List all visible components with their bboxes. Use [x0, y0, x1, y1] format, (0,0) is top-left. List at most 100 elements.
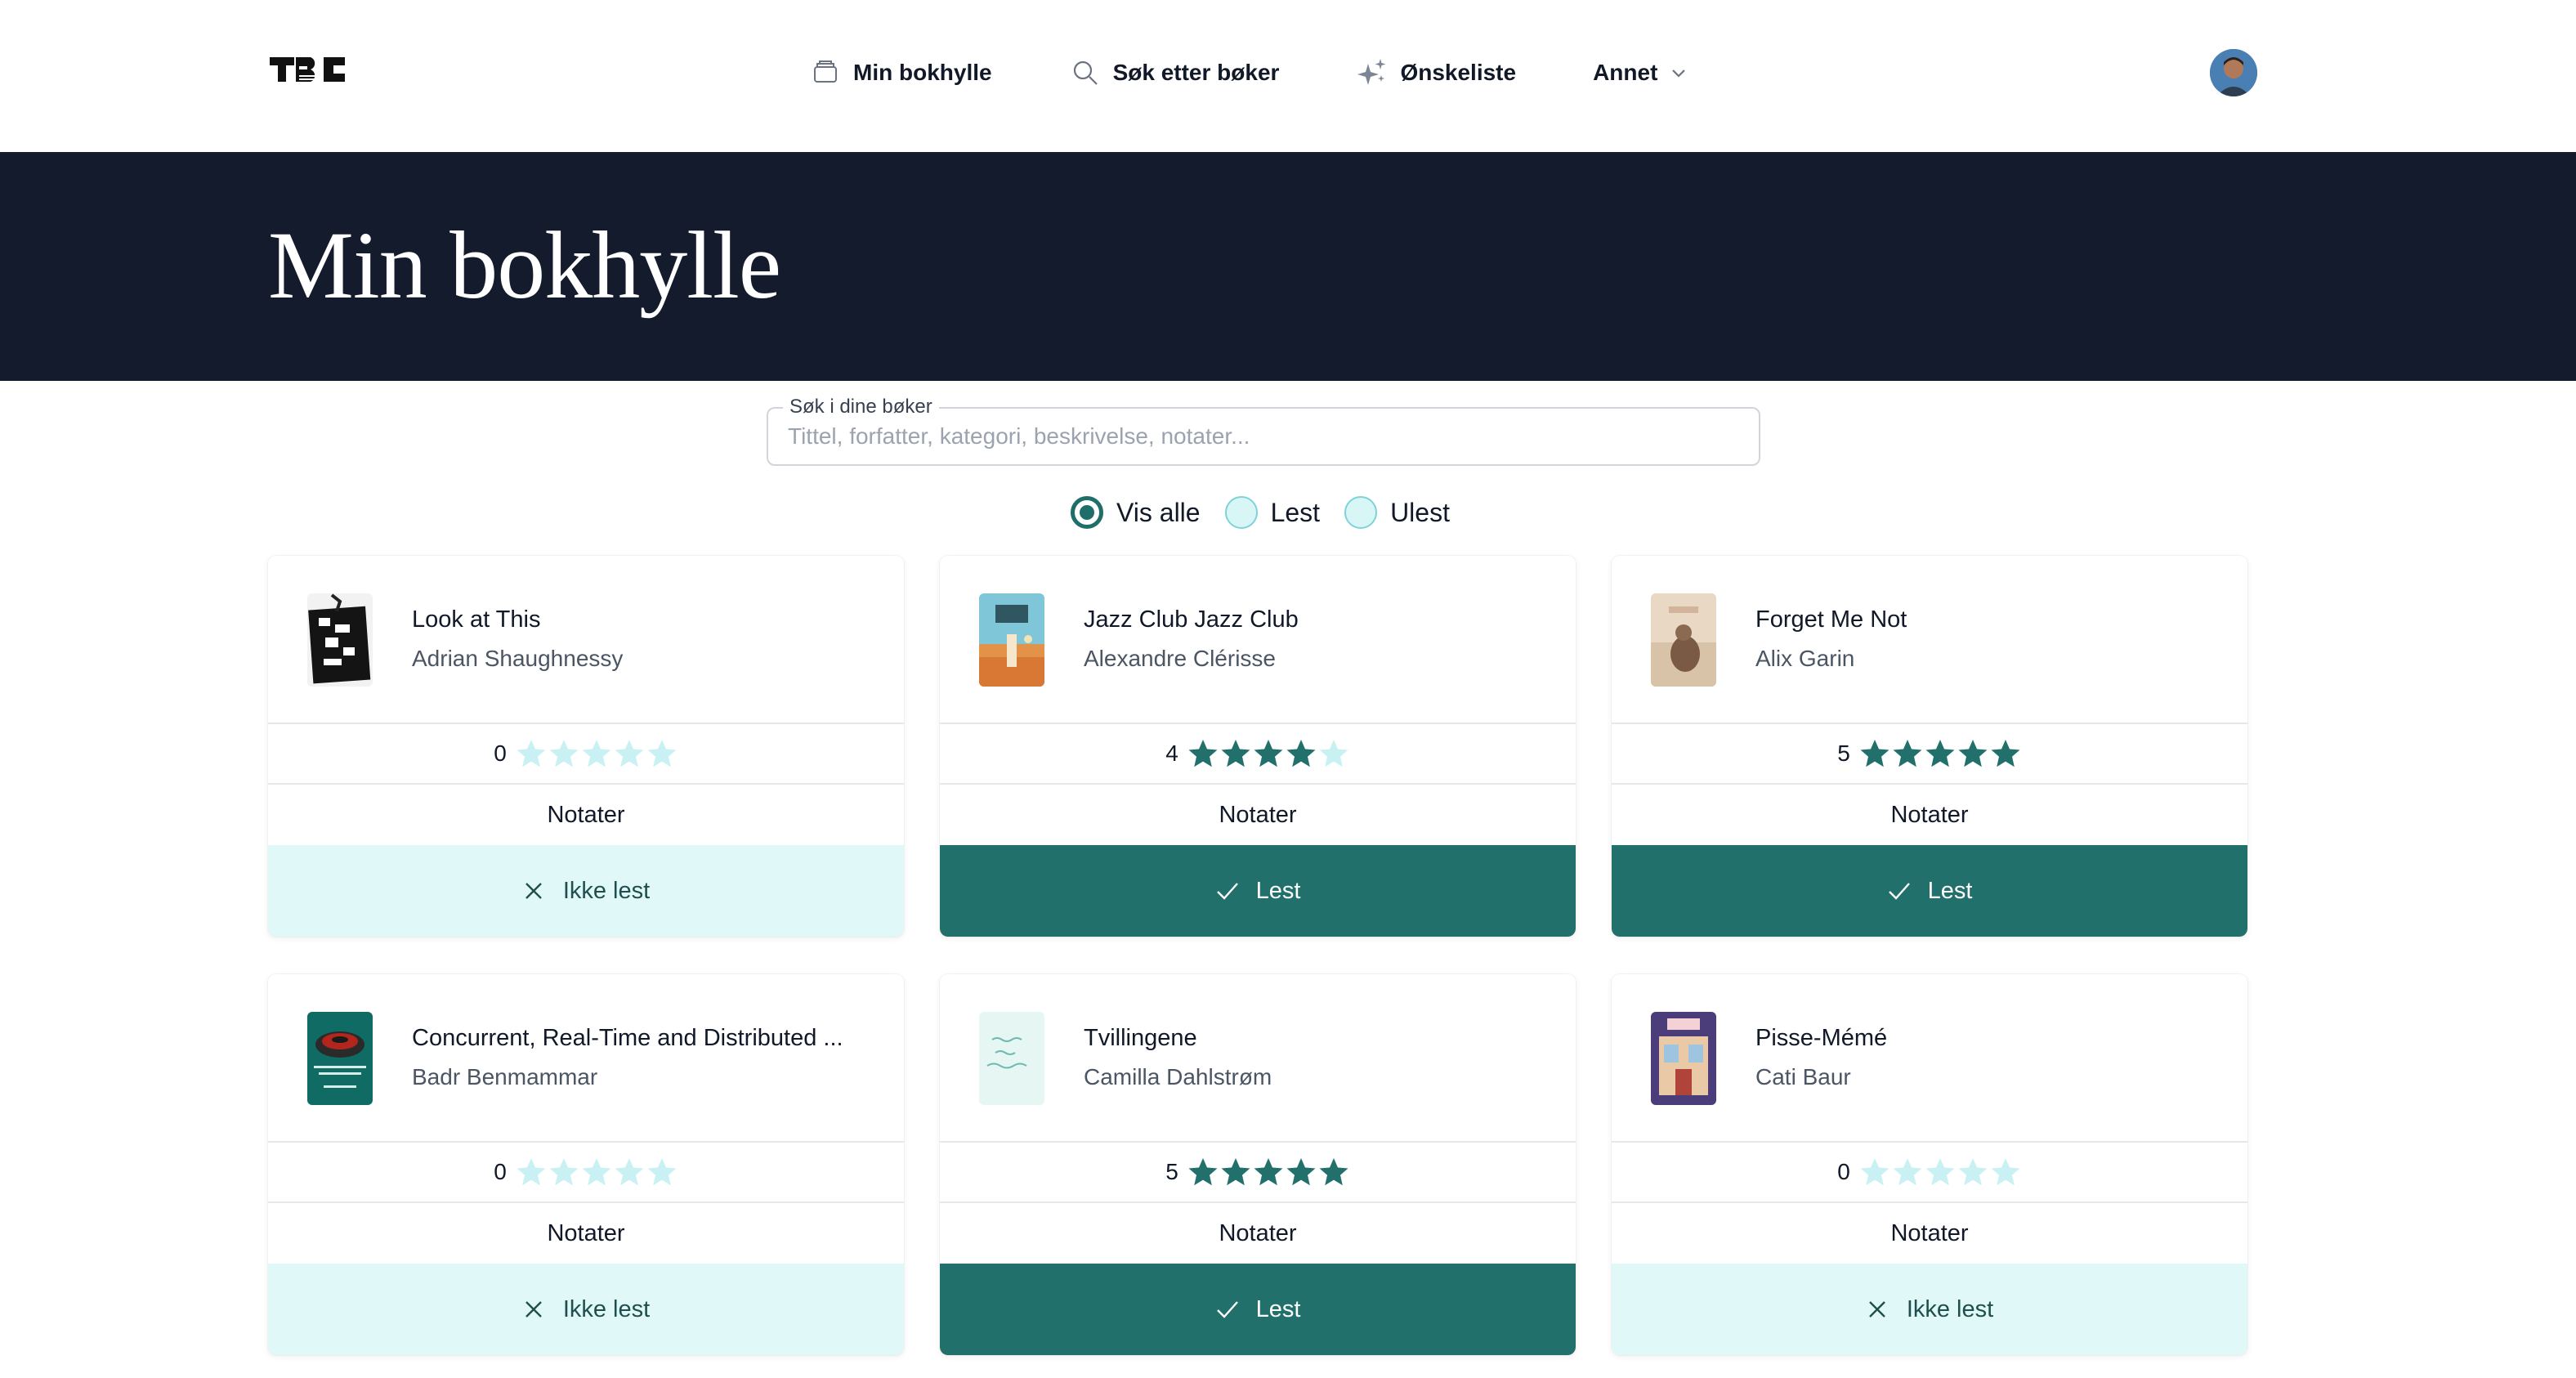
read-status-toggle[interactable]: Ikke lest [268, 845, 904, 937]
book-card: Jazz Club Jazz Club Alexandre Clérisse 4… [940, 556, 1576, 937]
star-empty-icon[interactable] [515, 1156, 548, 1188]
search-icon [1069, 56, 1102, 89]
nav-search-books[interactable]: Søk etter bøker [1069, 56, 1279, 89]
book-card-header[interactable]: Concurrent, Real-Time and Distributed ..… [268, 974, 904, 1143]
notes-button[interactable]: Notater [268, 1203, 904, 1264]
check-icon [1215, 877, 1243, 905]
star-empty-icon[interactable] [1957, 1156, 1989, 1188]
nav-wishlist[interactable]: Ønskeliste [1356, 56, 1516, 89]
star-filled-icon[interactable] [1924, 737, 1957, 770]
star-empty-icon[interactable] [580, 737, 613, 770]
tbc-logo[interactable] [270, 54, 348, 85]
book-card-header[interactable]: Look at This Adrian Shaughnessy [268, 556, 904, 724]
read-status-label: Ikke lest [562, 877, 651, 904]
book-card: Look at This Adrian Shaughnessy 0 Notate… [268, 556, 904, 937]
star-filled-icon[interactable] [1858, 737, 1891, 770]
book-rating: 0 [1612, 1143, 2247, 1203]
star-filled-icon[interactable] [1252, 1156, 1285, 1188]
book-card-header[interactable]: Tvillingene Camilla Dahlstrøm [940, 974, 1576, 1143]
nav-wishlist-label: Ønskeliste [1400, 60, 1517, 85]
rating-value: 5 [1837, 740, 1850, 766]
read-status-label: Ikke lest [1906, 1295, 1994, 1322]
notes-button[interactable]: Notater [940, 1203, 1576, 1264]
notes-button[interactable]: Notater [1612, 1203, 2247, 1264]
check-icon [1887, 877, 1915, 905]
book-title: Forget Me Not [1755, 606, 1907, 633]
star-empty-icon[interactable] [1924, 1156, 1957, 1188]
star-empty-icon[interactable] [1989, 1156, 2022, 1188]
read-status-toggle[interactable]: Lest [940, 845, 1576, 937]
book-title: Tvillingene [1084, 1025, 1197, 1051]
radio-unchecked-icon [1344, 496, 1378, 529]
star-empty-icon[interactable] [646, 737, 678, 770]
star-empty-icon[interactable] [1317, 737, 1350, 770]
star-filled-icon[interactable] [1317, 1156, 1350, 1188]
book-cover [1651, 593, 1716, 687]
book-author: Camilla Dahlstrøm [1084, 1064, 1272, 1089]
star-filled-icon[interactable] [1219, 1156, 1252, 1188]
page-title: Min bokhylle [268, 212, 781, 319]
star-filled-icon[interactable] [1891, 737, 1924, 770]
star-filled-icon[interactable] [1187, 737, 1219, 770]
star-empty-icon[interactable] [548, 1156, 580, 1188]
close-icon [522, 1295, 550, 1323]
book-card-header[interactable]: Pisse-Mémé Cati Baur [1612, 974, 2247, 1143]
star-filled-icon[interactable] [1187, 1156, 1219, 1188]
star-empty-icon[interactable] [515, 737, 548, 770]
star-empty-icon[interactable] [1891, 1156, 1924, 1188]
user-avatar[interactable] [2210, 49, 2257, 96]
star-filled-icon[interactable] [1219, 737, 1252, 770]
star-filled-icon[interactable] [1285, 1156, 1317, 1188]
star-filled-icon[interactable] [1989, 737, 2022, 770]
book-author: Adrian Shaughnessy [412, 646, 624, 671]
rating-value: 4 [1165, 740, 1178, 766]
check-icon [1215, 1295, 1243, 1323]
search-input[interactable] [788, 420, 1728, 453]
book-rating: 5 [940, 1143, 1576, 1203]
book-card-header[interactable]: Jazz Club Jazz Club Alexandre Clérisse [940, 556, 1576, 724]
nav-other-menu[interactable]: Annet [1593, 60, 1690, 86]
close-icon [1866, 1295, 1894, 1323]
filter-unread[interactable]: Ulest [1344, 496, 1450, 529]
filter-unread-label: Ulest [1390, 497, 1450, 527]
star-empty-icon[interactable] [613, 1156, 646, 1188]
radio-checked-icon [1071, 496, 1103, 529]
read-status-toggle[interactable]: Ikke lest [268, 1264, 904, 1355]
book-card-header[interactable]: Forget Me Not Alix Garin [1612, 556, 2247, 724]
filter-read[interactable]: Lest [1224, 496, 1321, 529]
read-status-toggle[interactable]: Lest [1612, 845, 2247, 937]
shelf-icon [809, 56, 842, 89]
rating-value: 0 [1837, 1159, 1850, 1184]
star-empty-icon[interactable] [580, 1156, 613, 1188]
book-title: Look at This [412, 606, 541, 633]
star-empty-icon[interactable] [646, 1156, 678, 1188]
notes-button[interactable]: Notater [1612, 785, 2247, 845]
read-status-toggle[interactable]: Ikke lest [1612, 1264, 2247, 1355]
sparkle-icon [1356, 56, 1389, 89]
book-title: Concurrent, Real-Time and Distributed ..… [412, 1025, 843, 1051]
nav-my-bookshelf[interactable]: Min bokhylle [809, 56, 992, 89]
book-cover [307, 1012, 373, 1105]
book-rating: 4 [940, 724, 1576, 785]
notes-button[interactable]: Notater [940, 785, 1576, 845]
filter-read-label: Lest [1270, 497, 1321, 527]
star-empty-icon[interactable] [1858, 1156, 1891, 1188]
read-filter: Vis alle Lest Ulest [1071, 492, 1474, 533]
star-empty-icon[interactable] [613, 737, 646, 770]
filter-show-all[interactable]: Vis alle [1071, 496, 1201, 529]
notes-button[interactable]: Notater [268, 785, 904, 845]
book-card: Pisse-Mémé Cati Baur 0 Notater Ikke lest [1612, 974, 2247, 1355]
bookshelf-search: Søk i dine bøker [767, 396, 1760, 466]
read-status-label: Lest [1255, 877, 1301, 904]
rating-value: 0 [494, 1159, 507, 1184]
star-empty-icon[interactable] [548, 737, 580, 770]
book-rating: 0 [268, 724, 904, 785]
star-filled-icon[interactable] [1252, 737, 1285, 770]
read-status-toggle[interactable]: Lest [940, 1264, 1576, 1355]
star-filled-icon[interactable] [1957, 737, 1989, 770]
filter-show-all-label: Vis alle [1116, 497, 1201, 527]
book-author: Alexandre Clérisse [1084, 646, 1276, 671]
star-filled-icon[interactable] [1285, 737, 1317, 770]
book-cover [979, 593, 1044, 687]
book-author: Badr Benmammar [412, 1064, 598, 1089]
